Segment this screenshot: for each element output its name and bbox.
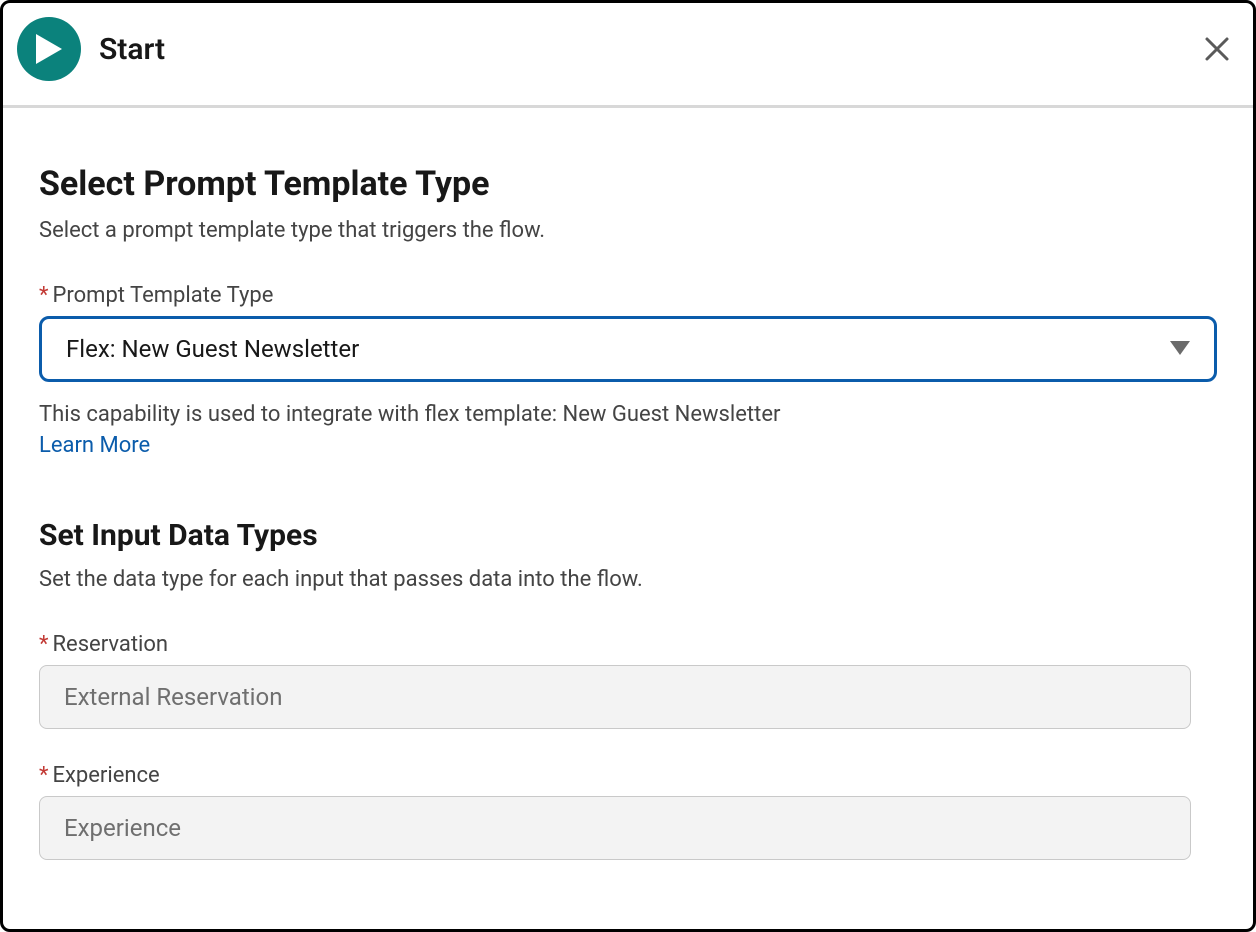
required-asterisk: *: [39, 283, 48, 308]
input-data-types-heading: Set Input Data Types: [39, 518, 1217, 553]
input-data-types-section: Set Input Data Types Set the data type f…: [39, 518, 1217, 860]
modal-header: Start: [3, 3, 1253, 108]
prompt-template-type-combobox[interactable]: Flex: New Guest Newsletter: [39, 316, 1217, 382]
required-asterisk: *: [39, 763, 48, 788]
chevron-down-icon: [1170, 340, 1190, 359]
select-template-description: Select a prompt template type that trigg…: [39, 218, 1217, 243]
close-button[interactable]: [1201, 33, 1233, 65]
select-template-heading: Select Prompt Template Type: [39, 164, 1217, 204]
prompt-template-helper-text: This capability is used to integrate wit…: [39, 402, 1217, 427]
prompt-template-type-field: *Prompt Template Type Flex: New Guest Ne…: [39, 283, 1217, 458]
required-asterisk: *: [39, 632, 48, 657]
experience-label: *Experience: [39, 763, 1217, 788]
modal-body: Select Prompt Template Type Select a pro…: [3, 108, 1253, 860]
prompt-template-type-label: *Prompt Template Type: [39, 283, 1217, 308]
experience-field: *Experience Experience: [39, 763, 1217, 860]
start-play-icon: [17, 17, 81, 81]
experience-value: Experience: [39, 796, 1191, 860]
learn-more-link[interactable]: Learn More: [39, 433, 150, 458]
reservation-value: External Reservation: [39, 665, 1191, 729]
reservation-label: *Reservation: [39, 632, 1217, 657]
input-data-types-description: Set the data type for each input that pa…: [39, 567, 1217, 592]
modal-title: Start: [99, 32, 165, 67]
prompt-template-type-value: Flex: New Guest Newsletter: [66, 335, 359, 363]
start-modal: Start Select Prompt Template Type Select…: [0, 0, 1256, 932]
close-icon: [1204, 36, 1230, 62]
reservation-field: *Reservation External Reservation: [39, 632, 1217, 729]
